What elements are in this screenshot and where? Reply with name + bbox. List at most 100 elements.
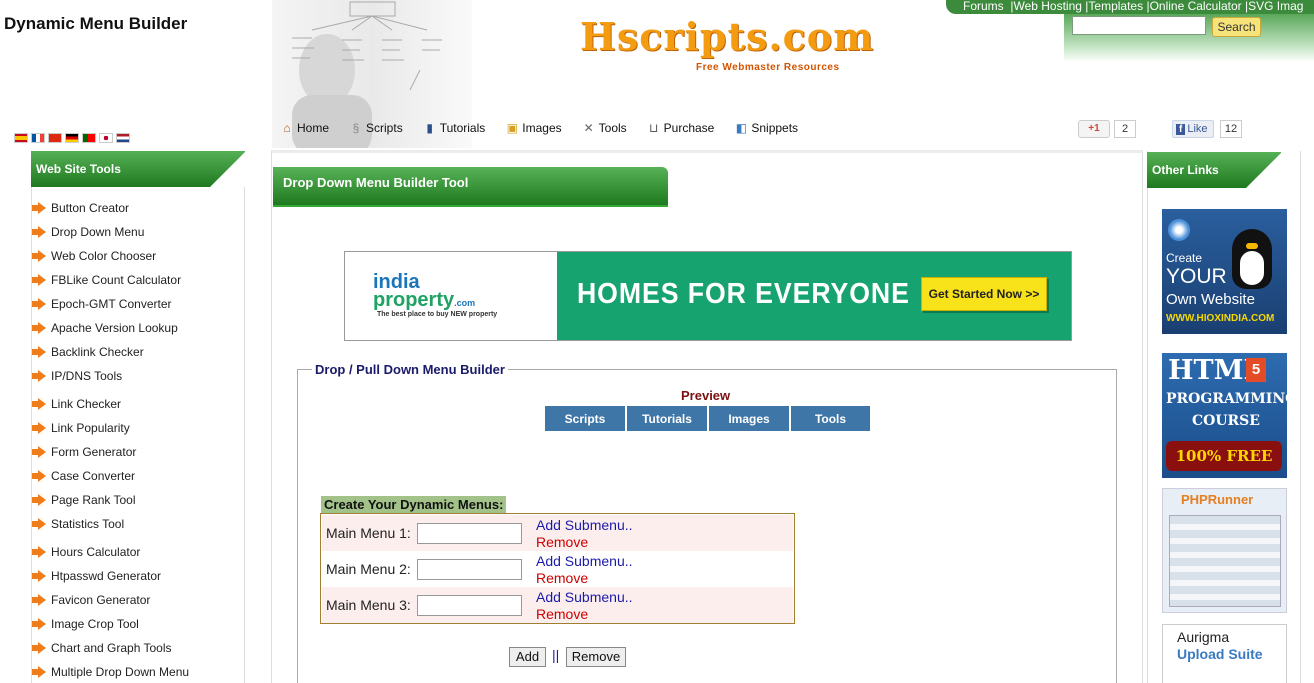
sidebar-item[interactable]: Favicon Generator <box>32 593 150 607</box>
search-input[interactable] <box>1072 16 1206 35</box>
main-menu-label: Main Menu 2: <box>326 561 411 577</box>
ad1-line1: Create <box>1166 251 1203 265</box>
flag-french-icon[interactable] <box>31 133 45 143</box>
ad-brand-tagline: The best place to buy NEW property <box>377 311 498 318</box>
toplink-svg-images[interactable]: |SVG Imag <box>1245 0 1303 13</box>
sidebar-item[interactable]: Case Converter <box>32 469 135 483</box>
phprunner-screenshot-icon <box>1169 515 1281 607</box>
sidebar-item-label: Multiple Drop Down Menu <box>51 665 190 679</box>
create-menus-label: Create Your Dynamic Menus: <box>321 496 507 513</box>
flag-dutch-icon[interactable] <box>116 133 130 143</box>
toplink-templates[interactable]: |Templates <box>1085 0 1143 13</box>
left-sidebar-heading: Web Site Tools <box>31 151 246 187</box>
preview-label: Preview <box>681 388 731 403</box>
ad4-line2: Upload Suite <box>1177 646 1263 662</box>
home-icon: ⌂ <box>283 121 291 135</box>
sidebar-item[interactable]: Epoch-GMT Converter <box>32 297 172 311</box>
toplink-web-hosting[interactable]: |Web Hosting <box>1010 0 1082 13</box>
nav-tools[interactable]: ✕ Tools <box>582 121 627 135</box>
add-submenu-link[interactable]: Add Submenu.. <box>536 589 633 605</box>
toplink-online-calculator[interactable]: |Online Calculator <box>1146 0 1241 13</box>
search-button[interactable]: Search <box>1212 17 1261 37</box>
nav-scripts[interactable]: § Scripts <box>349 121 403 135</box>
sidebar-item-label: Hours Calculator <box>51 545 141 559</box>
arrow-right-icon <box>32 250 46 262</box>
sidebar-item[interactable]: Htpasswd Generator <box>32 569 161 583</box>
sidebar-item[interactable]: Link Popularity <box>32 421 130 435</box>
menu-rows-table: Main Menu 1: Add Submenu.. Remove Main M… <box>320 513 795 624</box>
main-menu-label: Main Menu 1: <box>326 525 411 541</box>
sidebar-item-label: Button Creator <box>51 201 130 215</box>
nav-images[interactable]: ▣ Images <box>505 121 562 135</box>
flag-chinese-icon[interactable] <box>48 133 62 143</box>
facebook-like-button[interactable]: f Like <box>1172 120 1214 138</box>
nav-tutorials[interactable]: ▮ Tutorials <box>423 121 486 135</box>
sidebar-item[interactable]: Backlink Checker <box>32 345 144 359</box>
toplink-forums[interactable]: Forums <box>963 0 1004 13</box>
ad2-line3: PROGRAMMING <box>1166 391 1298 407</box>
arrow-right-icon <box>32 274 46 286</box>
tools-icon: ✕ <box>583 121 594 135</box>
flag-spanish-icon[interactable] <box>14 133 28 143</box>
sidebar-item[interactable]: Statistics Tool <box>32 517 124 531</box>
scripts-icon: § <box>352 121 360 135</box>
hioxindia-ad[interactable]: Create YOUR Own Website WWW.HIOXINDIA.CO… <box>1162 209 1287 334</box>
ad3-line1: PHPRunner <box>1181 492 1254 507</box>
add-submenu-link[interactable]: Add Submenu.. <box>536 517 633 533</box>
arrow-right-icon <box>32 594 46 606</box>
arrow-right-icon <box>32 666 46 678</box>
sidebar-item-label: Link Checker <box>51 397 122 411</box>
flag-japanese-icon[interactable] <box>99 133 113 143</box>
nav-purchase[interactable]: ⊔ Purchase <box>647 121 714 135</box>
sidebar-item[interactable]: Form Generator <box>32 445 136 459</box>
sidebar-item[interactable]: Hours Calculator <box>32 545 141 559</box>
remove-link[interactable]: Remove <box>536 606 588 622</box>
nav-home[interactable]: ⌂ Home <box>280 121 329 135</box>
aurigma-ad[interactable]: Aurigma Upload Suite <box>1162 624 1287 683</box>
preview-menu-scripts[interactable]: Scripts <box>545 406 626 431</box>
sidebar-item[interactable]: Image Crop Tool <box>32 617 139 631</box>
main-menu-3-input[interactable] <box>417 595 522 616</box>
add-submenu-link[interactable]: Add Submenu.. <box>536 553 633 569</box>
html5-course-ad[interactable]: HTML 5 PROGRAMMING COURSE 100% FREE <box>1162 353 1297 478</box>
sidebar-item[interactable]: Multiple Drop Down Menu <box>32 665 190 679</box>
sidebar-item[interactable]: IP/DNS Tools <box>32 369 122 383</box>
main-nav: ⌂ Home § Scripts ▮ Tutorials ▣ Images ✕ Tools… <box>280 121 818 135</box>
flag-portuguese-icon[interactable] <box>82 133 96 143</box>
sidebar-item[interactable]: Page Rank Tool <box>32 493 136 507</box>
nav-home-label: Home <box>297 121 330 135</box>
ad4-line1: Aurigma <box>1177 629 1230 645</box>
main-menu-1-input[interactable] <box>417 523 522 544</box>
sidebar-item[interactable]: FBLike Count Calculator <box>32 273 181 287</box>
arrow-right-icon <box>32 518 46 530</box>
preview-menu-tools[interactable]: Tools <box>791 406 871 431</box>
language-flags <box>14 133 130 143</box>
ad-cta-button[interactable]: Get Started Now >> <box>921 277 1047 311</box>
sidebar-item[interactable]: Web Color Chooser <box>32 249 156 263</box>
facebook-icon: f <box>1176 124 1186 135</box>
sidebar-item[interactable]: Drop Down Menu <box>32 225 144 239</box>
gplus-count: 2 <box>1114 120 1136 138</box>
add-menu-button[interactable]: Add <box>509 647 546 667</box>
sidebar-item[interactable]: Button Creator <box>32 201 130 215</box>
menu-row: Main Menu 3: Add Submenu.. Remove <box>322 587 793 623</box>
nav-tutorials-label: Tutorials <box>439 121 486 135</box>
gplus-button[interactable]: +1 <box>1078 120 1110 138</box>
remove-menu-button[interactable]: Remove <box>566 647 626 667</box>
sidebar-item[interactable]: Chart and Graph Tools <box>32 641 172 655</box>
phprunner-ad[interactable]: PHPRunner <box>1162 488 1287 613</box>
arrow-right-icon <box>32 422 46 434</box>
flag-german-icon[interactable] <box>65 133 79 143</box>
sidebar-item-label: Epoch-GMT Converter <box>51 297 172 311</box>
cart-icon: ⊔ <box>648 121 659 135</box>
preview-menu-images[interactable]: Images <box>709 406 790 431</box>
sidebar-item[interactable]: Apache Version Lookup <box>32 321 178 335</box>
sidebar-item[interactable]: Link Checker <box>32 397 122 411</box>
main-menu-2-input[interactable] <box>417 559 522 580</box>
banner-ad[interactable]: india property.com The best place to buy… <box>344 251 1072 341</box>
remove-link[interactable]: Remove <box>536 570 588 586</box>
site-logo[interactable]: Hscripts.com <box>580 14 874 59</box>
preview-menu-tutorials[interactable]: Tutorials <box>627 406 708 431</box>
nav-snippets[interactable]: ◧ Snippets <box>734 121 798 135</box>
remove-link[interactable]: Remove <box>536 534 588 550</box>
